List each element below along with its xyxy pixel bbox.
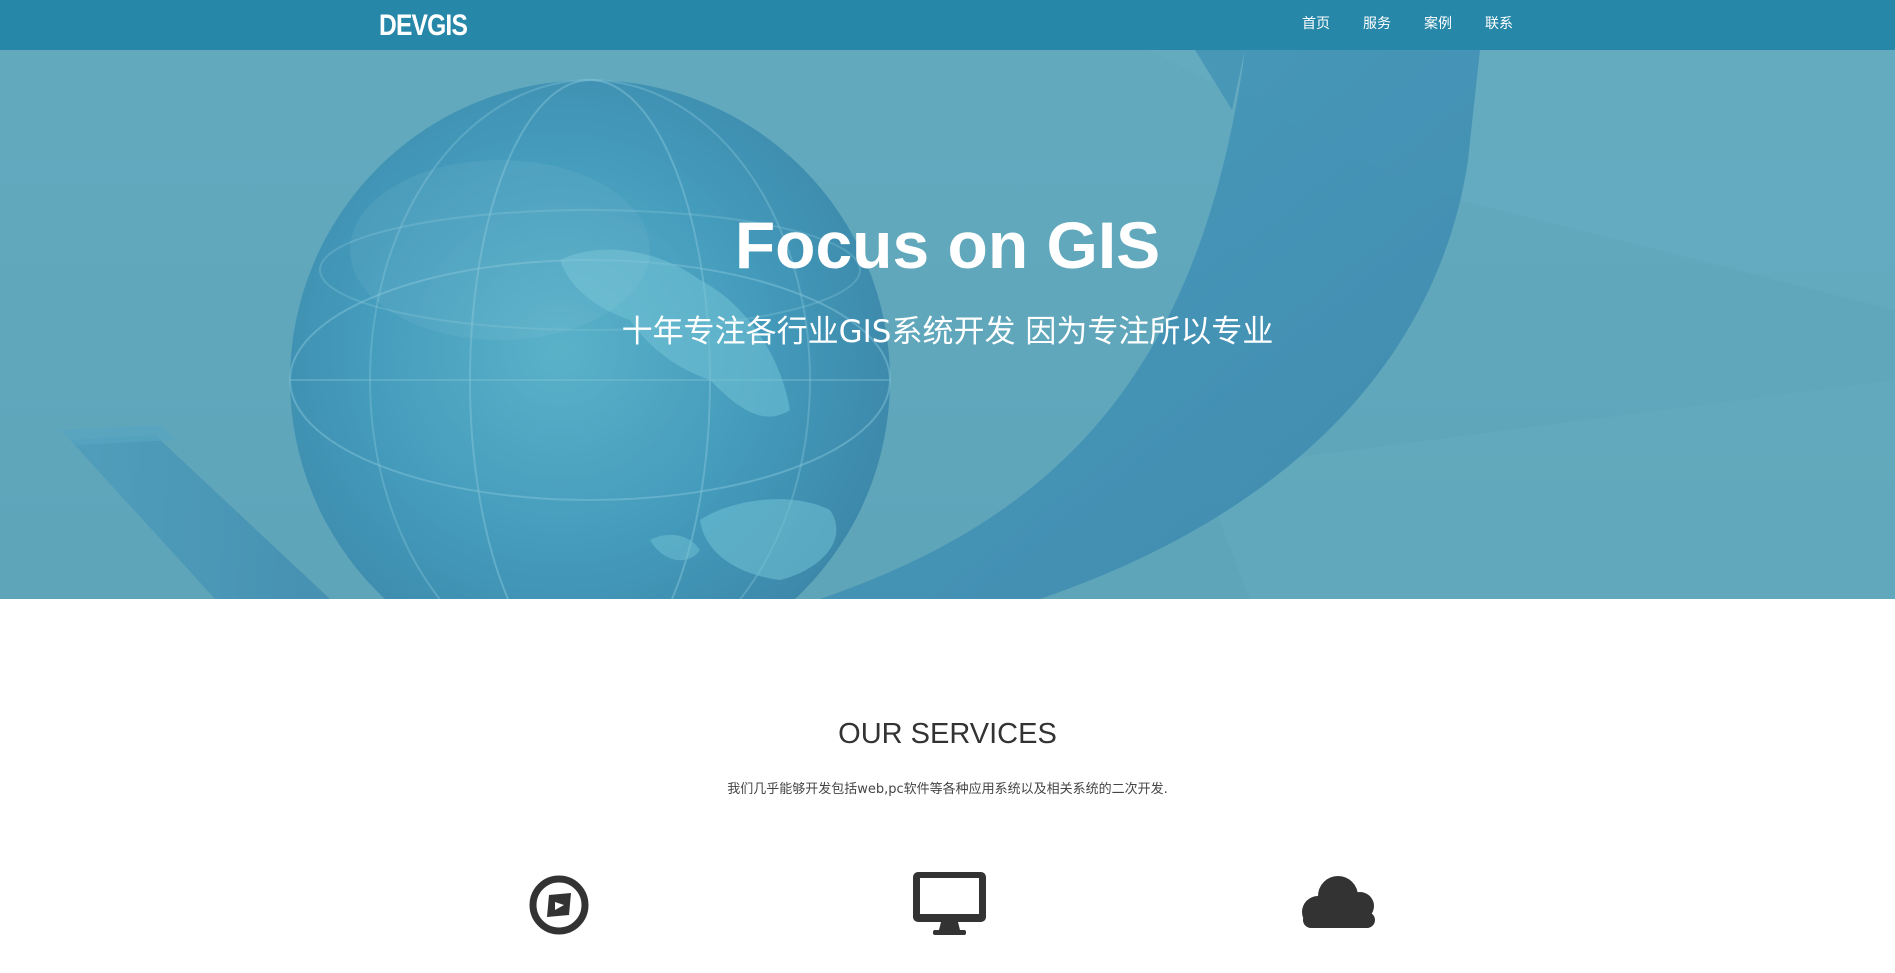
nav-link-home[interactable]: 首页 (1302, 14, 1330, 32)
nav-link-cases[interactable]: 案例 (1424, 14, 1452, 32)
compass-icon (529, 875, 589, 935)
brand-logo[interactable]: DEVGIS (379, 9, 468, 43)
hero-subtitle: 十年专注各行业GIS系统开发 因为专注所以专业 (621, 314, 1274, 350)
nav-link-services[interactable]: 服务 (1363, 14, 1391, 32)
nav-links: 首页 服务 案例 联系 (1302, 14, 1546, 32)
cloud-icon (1300, 872, 1378, 932)
services-description: 我们几乎能够开发包括web,pc软件等各种应用系统以及相关系统的二次开发. (727, 782, 1168, 797)
top-navbar: DEVGIS 首页 服务 案例 联系 (0, 0, 1895, 50)
hero-title: Focus on GIS (734, 208, 1161, 282)
nav-link-contact[interactable]: 联系 (1485, 14, 1513, 32)
hero-banner: Focus on GIS 十年专注各行业GIS系统开发 因为专注所以专业 (0, 50, 1895, 599)
services-title: OUR SERVICES (838, 718, 1057, 750)
desktop-icon (911, 870, 988, 936)
